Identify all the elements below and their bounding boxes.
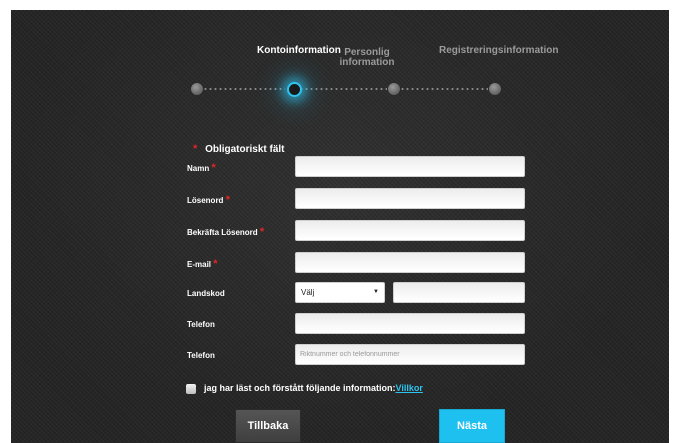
phone2-label: Telefon <box>187 351 215 360</box>
phone-input[interactable] <box>295 313 525 334</box>
name-label: Namn * <box>187 162 216 174</box>
required-note-text: Obligatoriskt fält <box>205 144 285 155</box>
step-node-2-active <box>287 82 302 97</box>
confirm-password-input[interactable] <box>295 220 525 241</box>
required-marker: * <box>259 226 265 238</box>
agree-text: jag har läst och förstått följande infor… <box>204 383 396 393</box>
terms-agreement-text: jag har läst och förstått följande infor… <box>204 383 423 393</box>
password-input[interactable] <box>295 188 525 209</box>
required-marker: * <box>213 258 218 270</box>
country-code-label: Landskod <box>187 289 225 298</box>
name-label-text: Namn <box>187 164 210 173</box>
step-node-4 <box>488 82 502 96</box>
progress-dots-2 <box>299 88 387 90</box>
required-marker: * <box>225 194 230 206</box>
phone-label: Telefon <box>187 320 215 329</box>
step-label-account-info: Kontoinformation <box>257 45 341 56</box>
step-node-3 <box>387 82 401 96</box>
back-button[interactable]: Tillbaka <box>235 409 301 443</box>
name-input[interactable] <box>295 156 525 177</box>
next-button[interactable]: Nästa <box>439 409 505 443</box>
confirm-password-label: Bekräfta Lösenord * <box>187 226 264 238</box>
password-label-text: Lösenord <box>187 196 224 205</box>
required-fields-note: * Obligatoriskt fält <box>193 143 285 155</box>
required-marker: * <box>193 143 198 155</box>
phone-area-number-input[interactable] <box>295 344 525 365</box>
step-label-registration-info: Registreringsinformation <box>439 45 559 56</box>
step-label-personal-info: Personlig information <box>337 48 397 68</box>
email-label: E-mail * <box>187 258 218 270</box>
required-marker: * <box>211 162 216 174</box>
step-node-1 <box>190 82 204 96</box>
country-code-selected-value: Välj <box>301 288 315 297</box>
terms-link[interactable]: Villkor <box>396 383 423 393</box>
email-label-text: E-mail <box>187 260 212 269</box>
confirm-password-label-text: Bekräfta Lösenord <box>187 228 258 237</box>
terms-checkbox[interactable] <box>186 384 196 394</box>
password-label: Lösenord * <box>187 194 230 206</box>
progress-dots-3 <box>400 88 488 90</box>
progress-dots-1 <box>203 88 285 90</box>
dropdown-arrow-icon: ▼ <box>373 289 379 295</box>
email-input[interactable] <box>295 252 525 273</box>
registration-panel: Kontoinformation Personlig information R… <box>11 10 669 443</box>
country-code-select[interactable]: Välj ▼ <box>295 282 385 303</box>
phone-number-short-input[interactable] <box>393 282 525 303</box>
step-label-personal-line2: information <box>339 57 395 68</box>
